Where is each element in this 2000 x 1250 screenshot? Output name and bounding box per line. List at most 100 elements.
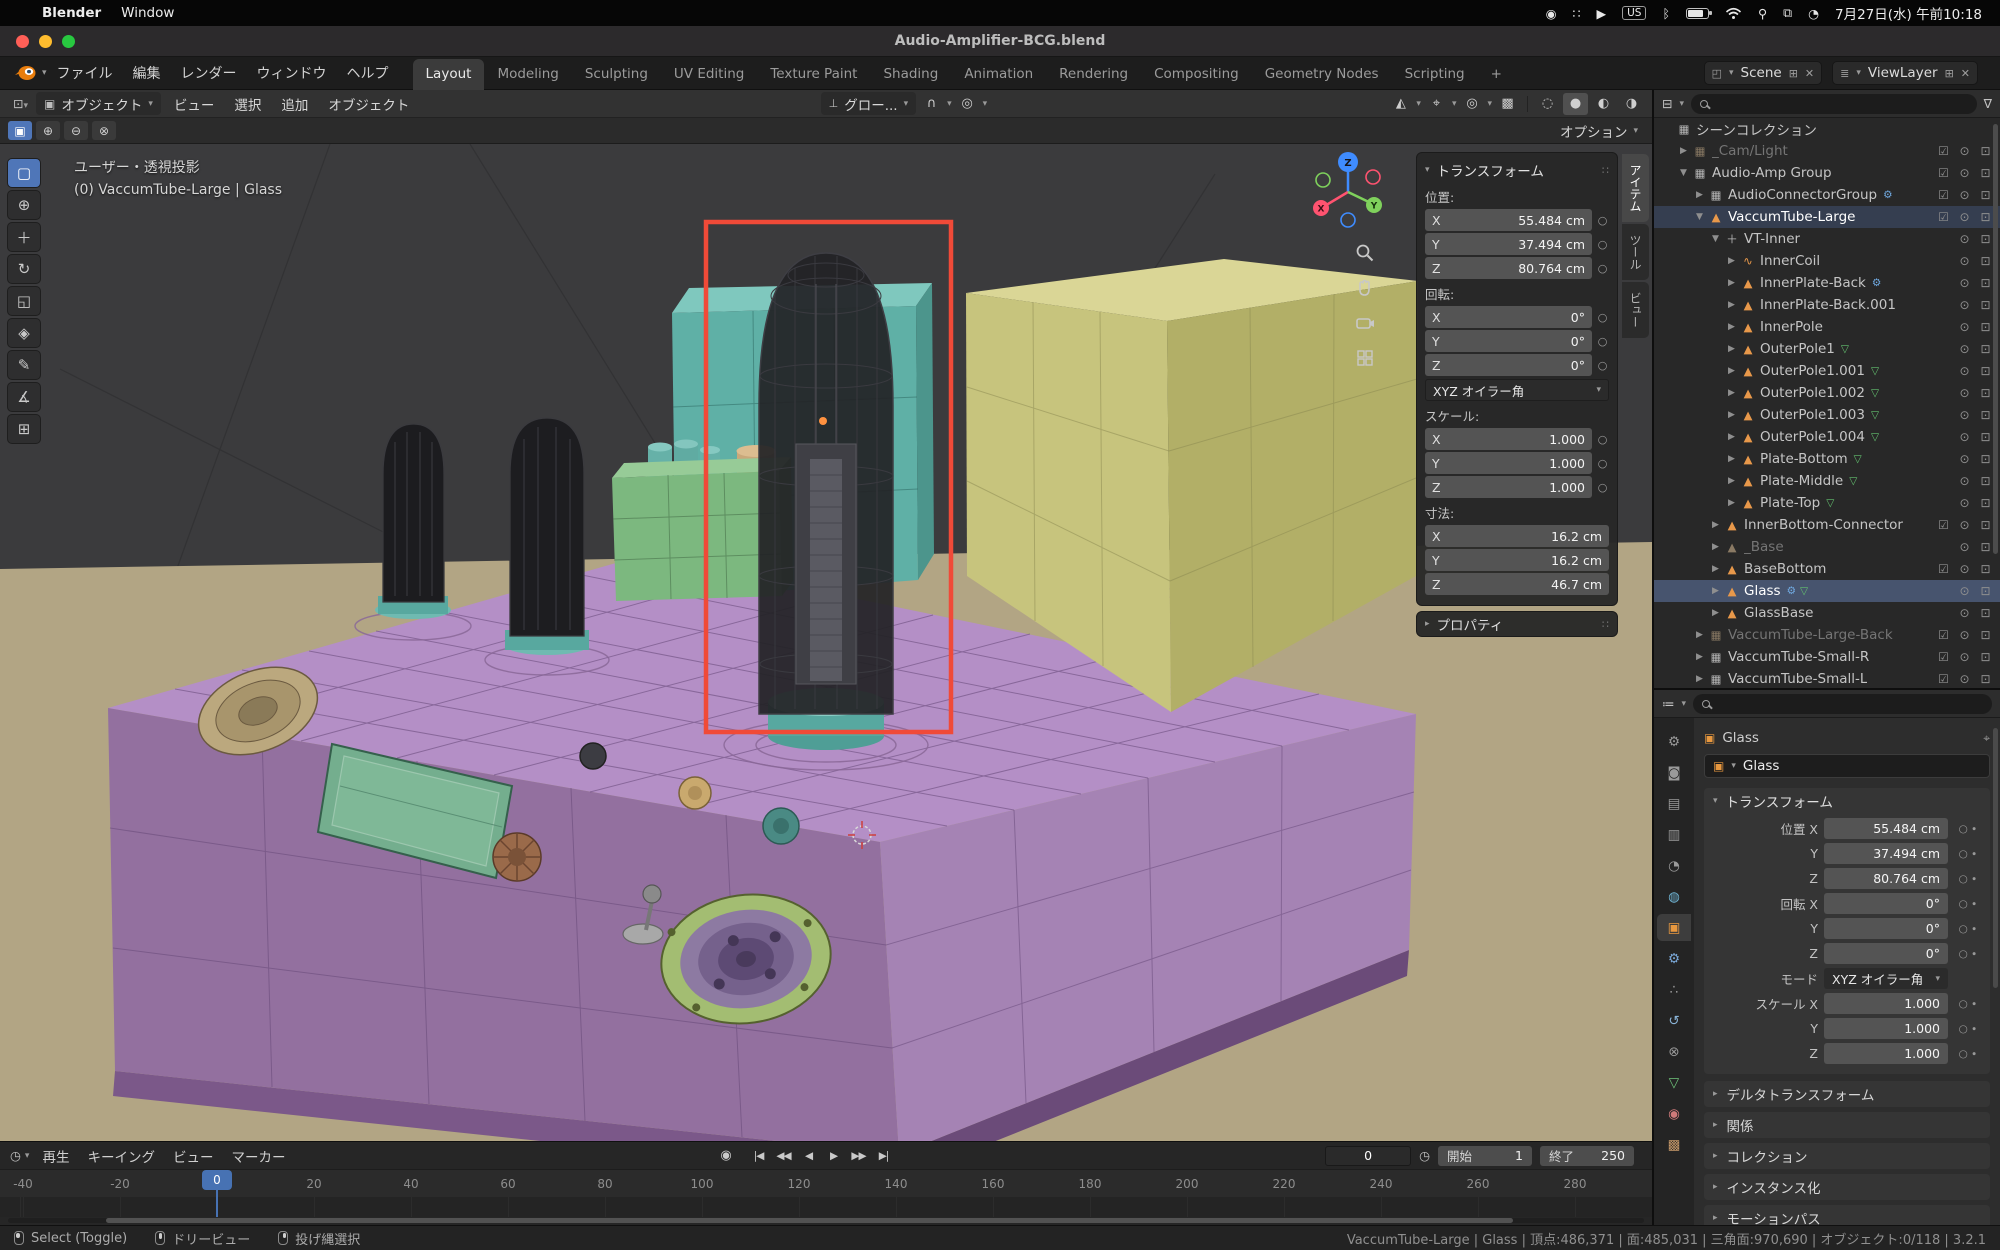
outliner-row-innerplate-back-001[interactable]: ▶▲InnerPlate-Back.001⊙⊡ <box>1654 294 2000 316</box>
scale-tool[interactable]: ◱ <box>7 286 41 316</box>
npanel-rotation-z-field[interactable]: Z0° <box>1425 354 1592 376</box>
properties-tab-modifiers[interactable]: ⚙ <box>1657 945 1691 972</box>
play-button[interactable]: ▶ <box>822 1146 845 1166</box>
circle-icon[interactable]: ◉ <box>1546 6 1557 21</box>
select-mode-new-icon[interactable]: ▣ <box>8 121 32 140</box>
disclosure-icon[interactable]: ▶ <box>1724 300 1739 310</box>
properties-tab-particles[interactable]: ∴ <box>1657 976 1691 1003</box>
shading-solid-button[interactable]: ● <box>1563 93 1588 115</box>
camera-view-icon[interactable] <box>1352 310 1378 336</box>
transform-panel-header[interactable]: ▾ トランスフォーム ∷ <box>1425 158 1609 182</box>
properties-tab-tool[interactable]: ⚙ <box>1657 728 1691 755</box>
disclosure-icon[interactable]: ▶ <box>1724 366 1739 376</box>
outliner-row-cam-light[interactable]: ▶▦_Cam/Light☑⊙⊡ <box>1654 140 2000 162</box>
remove-viewlayer-icon[interactable]: ✕ <box>1961 67 1970 80</box>
animate-dot-icon[interactable]: ∙ <box>1971 823 1978 835</box>
workspace-tab-scripting[interactable]: Scripting <box>1392 59 1478 90</box>
exclude-checkbox[interactable]: ☑ <box>1933 562 1954 576</box>
menubar-menu-blender[interactable]: Blender <box>32 5 111 21</box>
hide-eye-icon[interactable]: ⊙ <box>1954 408 1975 422</box>
disable-render-camera-icon[interactable]: ⊡ <box>1975 584 1996 598</box>
disclosure-icon[interactable]: ▶ <box>1724 432 1739 442</box>
transform-field-2[interactable]: 80.764 cm <box>1824 868 1948 889</box>
properties-scrollbar[interactable] <box>1993 728 1998 988</box>
input-source-badge[interactable]: US <box>1622 6 1646 20</box>
hide-eye-icon[interactable]: ⊙ <box>1954 166 1975 180</box>
lock-icon[interactable]: ○ <box>1596 214 1609 227</box>
minimize-window-button[interactable] <box>39 35 52 48</box>
playhead-handle[interactable]: 0 <box>202 1170 232 1190</box>
select-mode-extend-icon[interactable]: ⊕ <box>36 121 60 140</box>
workspace-tab-modeling[interactable]: Modeling <box>484 59 571 90</box>
disclosure-icon[interactable]: ▶ <box>1692 190 1707 200</box>
timeline-menu-item[interactable]: キーイング <box>78 1143 164 1169</box>
jump-to-start-button[interactable]: |◀ <box>747 1146 770 1166</box>
timeline-scrollbar[interactable] <box>8 1218 1644 1223</box>
sidebar-tab-item[interactable]: アイテム <box>1622 154 1649 222</box>
hide-eye-icon[interactable]: ⊙ <box>1954 540 1975 554</box>
disable-render-camera-icon[interactable]: ⊡ <box>1975 562 1996 576</box>
transform-field-7[interactable]: 1.000 <box>1824 993 1948 1014</box>
outliner-row-base[interactable]: ▶▲_Base⊙⊡ <box>1654 536 2000 558</box>
outliner-row-audio-amp-group[interactable]: ▼▦Audio-Amp Group☑⊙⊡ <box>1654 162 2000 184</box>
hide-eye-icon[interactable]: ⊙ <box>1954 672 1975 686</box>
close-window-button[interactable] <box>16 35 29 48</box>
disclosure-icon[interactable]: ▶ <box>1708 564 1723 574</box>
outliner-row-plate-top[interactable]: ▶▲Plate-Top▽⊙⊡ <box>1654 492 2000 514</box>
frame-start-field[interactable]: 開始 1 <box>1438 1146 1532 1166</box>
move-tool[interactable]: ＋ <box>7 222 41 252</box>
animate-dot-icon[interactable]: ∙ <box>1971 848 1978 860</box>
transform-field-4[interactable]: 0° <box>1824 918 1948 939</box>
hide-eye-icon[interactable]: ⊙ <box>1954 364 1975 378</box>
properties-section-1[interactable]: ▸関係 <box>1704 1112 1990 1138</box>
viewport-menu-item[interactable]: 追加 <box>271 91 318 117</box>
previous-keyframe-button[interactable]: ◀◀ <box>772 1146 795 1166</box>
hide-eye-icon[interactable]: ⊙ <box>1954 474 1975 488</box>
hide-eye-icon[interactable]: ⊙ <box>1954 276 1975 290</box>
viewport-menu-item[interactable]: 選択 <box>224 91 271 117</box>
workspace-tab-rendering[interactable]: Rendering <box>1046 59 1141 90</box>
hide-eye-icon[interactable]: ⊙ <box>1954 518 1975 532</box>
current-frame-field[interactable]: 0 <box>1325 1146 1411 1166</box>
hide-eye-icon[interactable]: ⊙ <box>1954 188 1975 202</box>
properties-search-input[interactable] <box>1693 694 1992 714</box>
play-reverse-button[interactable]: ◀ <box>797 1146 820 1166</box>
timeline-ruler[interactable]: -40-200204060801001201401601802002202402… <box>0 1169 1652 1197</box>
transform-field-5[interactable]: 0° <box>1824 943 1948 964</box>
shading-material-button[interactable]: ◐ <box>1591 93 1616 115</box>
snap-caret[interactable]: ▾ <box>947 99 952 109</box>
lock-icon[interactable]: ○ <box>1959 948 1968 960</box>
exclude-checkbox[interactable]: ☑ <box>1933 650 1954 664</box>
outliner-row-outerpole1-001[interactable]: ▶▲OuterPole1.001▽⊙⊡ <box>1654 360 2000 382</box>
add-cube-tool[interactable]: ⊞ <box>7 414 41 444</box>
outliner-row-outerpole1[interactable]: ▶▲OuterPole1▽⊙⊡ <box>1654 338 2000 360</box>
hide-eye-icon[interactable]: ⊙ <box>1954 430 1975 444</box>
disclosure-icon[interactable]: ▶ <box>1724 256 1739 266</box>
bluetooth-icon[interactable]: ᛒ <box>1662 6 1670 21</box>
exclude-checkbox[interactable]: ☑ <box>1933 144 1954 158</box>
properties-tab-view-layer[interactable]: ▥ <box>1657 821 1691 848</box>
disclosure-icon[interactable]: ▶ <box>1724 498 1739 508</box>
hide-eye-icon[interactable]: ⊙ <box>1954 584 1975 598</box>
transform-tool[interactable]: ◈ <box>7 318 41 348</box>
npanel-rotation-y-field[interactable]: Y0° <box>1425 330 1592 352</box>
siri-icon[interactable]: ◔ <box>1808 6 1819 21</box>
properties-section-4[interactable]: ▸モーションパス <box>1704 1205 1990 1225</box>
workspace-tab-item[interactable]: + <box>1478 59 1515 90</box>
panel-grip-icon[interactable]: ∷ <box>1602 618 1609 631</box>
annotate-tool[interactable]: ✎ <box>7 350 41 380</box>
workspace-tab-sculpting[interactable]: Sculpting <box>572 59 661 90</box>
lock-icon[interactable]: ○ <box>1596 457 1609 470</box>
topbar-menu-item[interactable]: ヘルプ <box>337 58 399 88</box>
snap-magnet-icon[interactable]: ∩ <box>919 93 944 115</box>
options-dropdown[interactable]: オプション ▾ <box>1560 121 1638 141</box>
outliner-row-innerplate-back[interactable]: ▶▲InnerPlate-Back⚙⊙⊡ <box>1654 272 2000 294</box>
lock-icon[interactable]: ○ <box>1596 311 1609 324</box>
disclosure-icon[interactable]: ▶ <box>1708 608 1723 618</box>
exclude-checkbox[interactable]: ☑ <box>1933 188 1954 202</box>
wifi-icon[interactable] <box>1725 7 1742 20</box>
object-visibility-caret[interactable]: ▾ <box>1416 99 1421 109</box>
hide-eye-icon[interactable]: ⊙ <box>1954 452 1975 466</box>
outliner-scrollbar[interactable] <box>1993 124 1998 554</box>
disable-render-camera-icon[interactable]: ⊡ <box>1975 606 1996 620</box>
